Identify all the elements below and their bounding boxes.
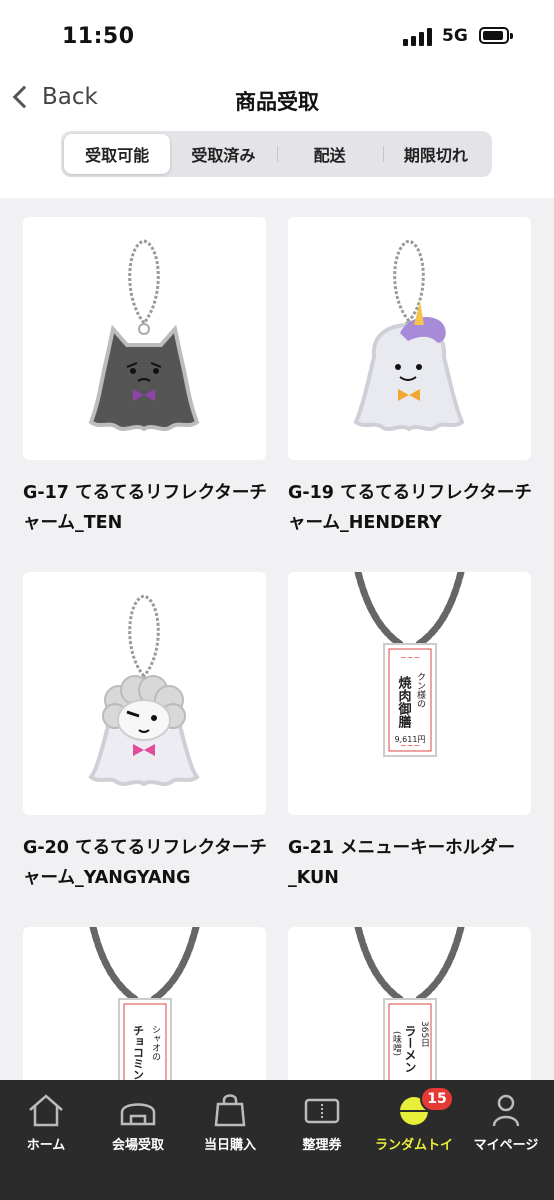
nav-label: 当日購入 <box>203 1138 256 1153</box>
product-card[interactable]: シャオの チョコミントアイス <box>23 927 266 1080</box>
tag-line2: ラーメン <box>403 1025 417 1073</box>
tag-price: 9,611円 <box>395 735 426 744</box>
tab-expired[interactable]: 期限切れ <box>382 134 489 174</box>
nav-header: Back 商品受取 <box>0 72 554 128</box>
product-card[interactable]: 365日 ラーメン (味噌) <box>288 927 531 1080</box>
venue-icon <box>92 1090 184 1130</box>
tag-line2: チョコミントアイス <box>132 1025 145 1080</box>
tab-delivery[interactable]: 配送 <box>276 134 383 174</box>
product-card[interactable]: G-17 てるてるリフレクターチャーム_TEN <box>23 217 267 538</box>
tag-line1: シャオの <box>150 1025 161 1061</box>
product-grid: G-17 てるてるリフレクターチャーム_TEN G-19 てるてるリフレクターチ… <box>0 198 554 1080</box>
bottom-nav: ホーム 会場受取 当日購入 整理券 15 ランダムトイ マイページ <box>0 1080 554 1200</box>
tag-line1: クン様の <box>415 672 426 708</box>
network-type: 5G <box>442 26 468 46</box>
tab-bar: 受取可能 受取済み 配送 期限切れ <box>0 128 554 198</box>
product-card[interactable]: G-19 てるてるリフレクターチャーム_HENDERY <box>288 217 532 538</box>
product-title: G-20 てるてるリフレクターチャーム_YANGYANG <box>23 838 267 888</box>
nav-label: 会場受取 <box>111 1138 164 1153</box>
nav-item-ticket[interactable]: 整理券 <box>276 1090 368 1153</box>
product-title: G-17 てるてるリフレクターチャーム_TEN <box>23 483 267 533</box>
shopping-bag-icon <box>184 1090 276 1130</box>
product-card[interactable]: G-20 てるてるリフレクターチャーム_YANGYANG <box>23 572 267 893</box>
tag-line1: 365日 <box>419 1021 429 1047</box>
nav-label: ランダムトイ <box>374 1138 453 1153</box>
product-title: G-19 てるてるリフレクターチャーム_HENDERY <box>288 483 532 533</box>
product-image: ~~~ ~~~ クン様の 焼肉御膳 9,611円 <box>288 572 531 815</box>
nav-label: ホーム <box>26 1138 66 1153</box>
product-image: 365日 ラーメン (味噌) <box>288 927 531 1080</box>
nav-item-sameday[interactable]: 当日購入 <box>184 1090 276 1153</box>
svg-text:~~~: ~~~ <box>400 653 420 662</box>
nav-item-home[interactable]: ホーム <box>0 1090 92 1153</box>
product-image <box>23 572 266 815</box>
person-icon <box>460 1090 552 1130</box>
notification-badge: 15 <box>420 1086 454 1112</box>
tag-line2: 焼肉御膳 <box>396 675 413 729</box>
product-image <box>288 217 531 460</box>
page-title: 商品受取 <box>235 90 319 114</box>
battery-icon <box>479 27 513 44</box>
tag-line3: (味噌) <box>391 1031 402 1056</box>
nav-item-mypage[interactable]: マイページ <box>460 1090 552 1153</box>
status-time: 11:50 <box>62 24 135 49</box>
nav-item-random-toy[interactable]: 15 ランダムトイ <box>368 1086 460 1153</box>
segmented-control: 受取可能 受取済み 配送 期限切れ <box>61 131 492 177</box>
nav-item-venue[interactable]: 会場受取 <box>92 1090 184 1153</box>
nav-label: 整理券 <box>302 1138 342 1153</box>
tab-received[interactable]: 受取済み <box>170 134 276 174</box>
product-title: G-21 メニューキーホルダー_KUN <box>288 838 516 888</box>
product-card[interactable]: ~~~ ~~~ クン様の 焼肉御膳 9,611円 G-21 メニューキーホルダー… <box>288 572 531 893</box>
signal-icon <box>403 28 435 46</box>
product-image: シャオの チョコミントアイス <box>23 927 266 1080</box>
home-icon <box>0 1090 92 1130</box>
tab-available[interactable]: 受取可能 <box>64 134 171 174</box>
status-bar: 11:50 5G <box>0 0 554 72</box>
product-image <box>23 217 266 460</box>
ticket-icon <box>276 1090 368 1130</box>
nav-label: マイページ <box>473 1138 539 1153</box>
